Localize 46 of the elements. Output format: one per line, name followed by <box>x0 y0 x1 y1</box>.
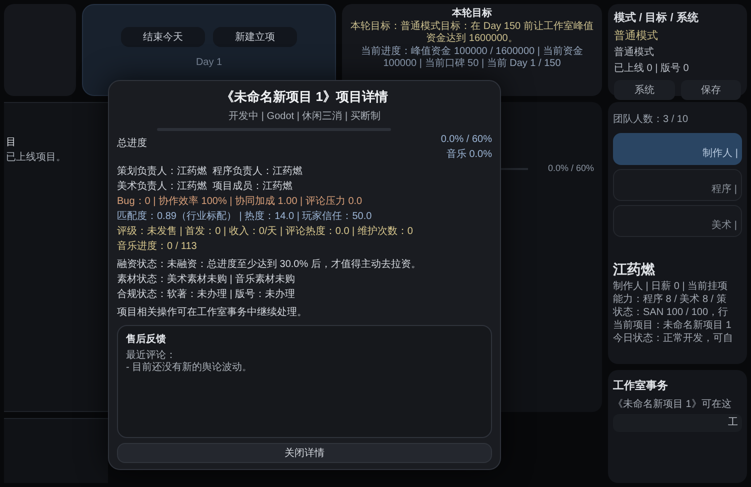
dialog-subtitle: 开发中 | Godot | 休闲三消 | 买断制 <box>228 110 382 124</box>
action-button[interactable]: 新建立项 <box>213 27 297 47</box>
detail-line: 评级：未发售 | 首发：0 | 收入：0/天 | 评论热度：0.0 | 维护次数：0 <box>117 226 414 238</box>
progress-label: 总进度 <box>117 136 148 150</box>
person-name: 江药燃 <box>613 260 656 279</box>
panel-text: 已上线项目。 <box>6 150 67 165</box>
person-info: 状态：SAN 100 / 100，行 <box>613 306 730 319</box>
person-info: 能力：程序 8 / 美术 8 / 策 <box>613 293 728 306</box>
detail-line: 合规状态：软著：未办理 | 版号：未办理 <box>117 288 296 300</box>
dialog-title: 《未命名新项目 1》项目详情 <box>220 88 389 106</box>
action-button[interactable]: 结束今天 <box>121 27 205 47</box>
mode-detail: 普通模式 <box>614 46 655 60</box>
goal-title: 本轮目标 <box>452 8 492 20</box>
member-item[interactable]: 美术 | <box>613 205 742 237</box>
member-item[interactable]: 制作人 | <box>613 133 742 165</box>
music-reading: 音乐 0.0% <box>446 148 492 162</box>
studio-title: 工作室事务 <box>613 378 669 394</box>
goal-text: 本轮目标：普通模式目标：在 Day 150 前让工作室峰值资金达到 1600000。 <box>350 21 594 45</box>
detail-line: Bug：0 | 协作效率 100% | 协同加成 1.00 | 评论压力 0.0 <box>117 196 364 208</box>
member-item[interactable]: 程序 | <box>613 169 742 201</box>
team-count: 团队人数：3 / 10 <box>613 113 690 127</box>
feedback-title: 售后反馈 <box>126 332 167 346</box>
close-button[interactable]: 关闭详情 <box>117 443 492 463</box>
studio-button[interactable]: 工 <box>613 414 742 432</box>
person-info: 今日状态：正常开发，可自 <box>613 332 734 345</box>
mode-stats: 已上线 0 | 版号 0 <box>614 62 690 76</box>
feedback-line: 最近评论： <box>126 350 177 362</box>
system-button[interactable]: 保存 <box>680 80 741 100</box>
detail-line: 策划负责人：江药燃 程序负责人：江药燃 <box>117 166 304 178</box>
person-info: 当前项目：未命名新项目 1 <box>613 319 732 332</box>
progress-reading: 0.0% / 60% <box>548 162 594 175</box>
detail-line: 项目相关操作可在工作室事务中继续处理。 <box>117 306 308 318</box>
mode-name: 普通模式 <box>614 28 659 44</box>
day-label: Day 1 <box>196 56 222 70</box>
mode-title: 模式 / 目标 / 系统 <box>614 10 700 26</box>
panel-heading: 目 <box>6 136 17 150</box>
progress-reading: 0.0% / 60% <box>440 132 492 146</box>
studio-text: 《未命名新项目 1》可在这 <box>613 398 732 412</box>
detail-line: 匹配度：0.89（行业标配） | 热度：14.0 | 玩家信任：50.0 <box>117 210 373 222</box>
detail-line: 美术负责人：江药燃 项目成员：江药燃 <box>117 180 294 192</box>
person-info: 制作人 | 日薪 0 | 当前挂项 <box>613 280 729 293</box>
detail-line: 音乐进度：0 / 113 <box>117 240 198 252</box>
feedback-line: - 目前还没有新的舆论波动。 <box>126 362 254 374</box>
system-button[interactable]: 系统 <box>614 80 674 100</box>
detail-line: 融资状态：未融资：总进度至少达到 30.0% 后，才值得主动去拉资。 <box>117 258 422 270</box>
detail-line: 素材状态：美术素材未购 | 音乐素材未购 <box>117 274 296 286</box>
